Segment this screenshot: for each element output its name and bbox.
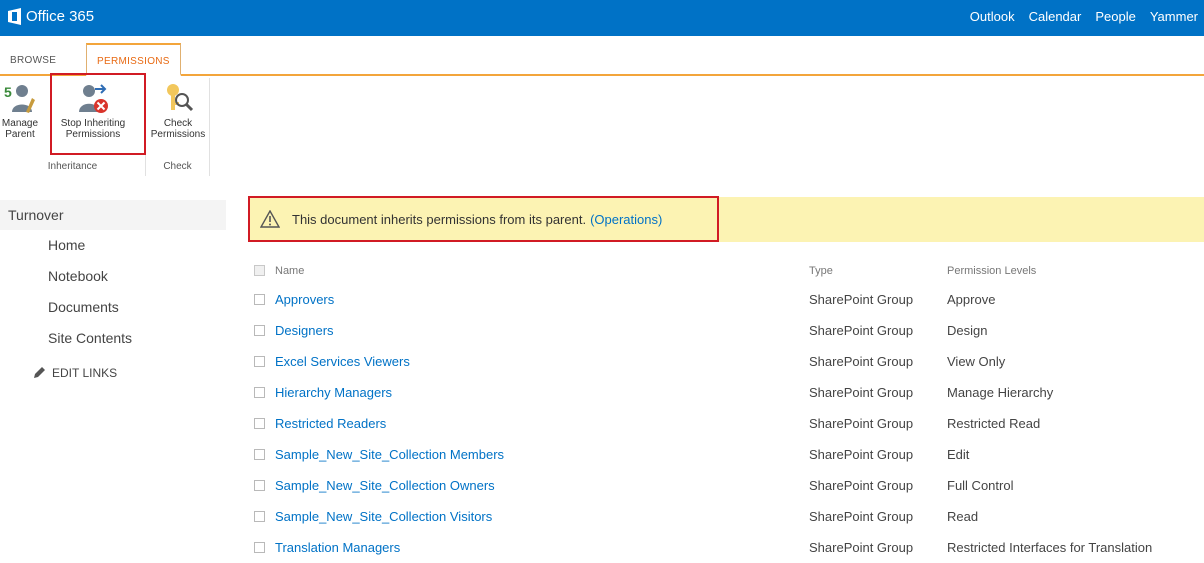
permission-level: Read [947, 509, 979, 524]
permission-level: View Only [947, 354, 1006, 369]
row-checkbox[interactable] [254, 480, 265, 491]
table-row: Excel Services Viewers SharePoint Group … [248, 346, 1204, 377]
suite-link-yammer[interactable]: Yammer [1150, 9, 1198, 24]
row-checkbox[interactable] [254, 294, 265, 305]
table-row: Designers SharePoint Group Design [248, 315, 1204, 346]
nav-item-notebook[interactable]: Notebook [0, 261, 226, 292]
manage-parent-icon: 5 [4, 84, 35, 113]
table-row: Restricted Readers SharePoint Group Rest… [248, 408, 1204, 439]
group-type: SharePoint Group [809, 478, 914, 493]
manage-parent-button[interactable]: 5 Manage Parent [0, 82, 40, 140]
table-row: Approvers SharePoint Group Approve [248, 284, 1204, 315]
permission-level: Full Control [947, 478, 1014, 493]
pencil-icon [34, 367, 45, 378]
row-checkbox[interactable] [254, 418, 265, 429]
row-checkbox[interactable] [254, 542, 265, 553]
group-type: SharePoint Group [809, 416, 914, 431]
office-logo-icon [8, 8, 21, 25]
group-label-check: Check [163, 161, 192, 172]
suite-link-outlook[interactable]: Outlook [970, 9, 1015, 24]
permissions-table: Name Type Permission Levels Approvers Sh… [248, 258, 1204, 563]
suite-bar: Office 365 Outlook Calendar People Yamme… [0, 0, 1204, 36]
check-permissions-icon [167, 84, 194, 112]
permission-level: Restricted Interfaces for Translation [947, 540, 1153, 555]
group-type: SharePoint Group [809, 323, 914, 338]
suite-links: Outlook Calendar People Yammer [970, 9, 1198, 24]
suite-link-calendar[interactable]: Calendar [1029, 9, 1082, 24]
column-header-permission-levels[interactable]: Permission Levels [947, 265, 1036, 277]
tab-permissions[interactable]: PERMISSIONS [86, 43, 181, 76]
row-checkbox[interactable] [254, 511, 265, 522]
column-header-name[interactable]: Name [275, 265, 304, 277]
nav-item-site-contents[interactable]: Site Contents [0, 323, 226, 354]
left-navigation: Turnover Home Notebook Documents Site Co… [0, 200, 226, 380]
ribbon: 5 Manage Parent Stop Inheriting Permissi… [0, 78, 1204, 176]
table-row: Hierarchy Managers SharePoint Group Mana… [248, 377, 1204, 408]
table-row: Sample_New_Site_Collection Owners ShareP… [248, 470, 1204, 501]
manage-parent-label-line2: Parent [5, 129, 35, 140]
check-permissions-label-line1: Check [163, 118, 193, 129]
permission-level: Restricted Read [947, 416, 1041, 431]
group-name-link[interactable]: Excel Services Viewers [275, 354, 410, 369]
group-name-link[interactable]: Sample_New_Site_Collection Members [275, 447, 504, 462]
column-header-type[interactable]: Type [809, 265, 833, 277]
group-name-link[interactable]: Hierarchy Managers [275, 385, 392, 400]
permission-level: Approve [947, 292, 996, 307]
group-type: SharePoint Group [809, 509, 914, 524]
status-text: This document inherits permissions from … [292, 211, 587, 227]
nav-item-home[interactable]: Home [0, 230, 226, 261]
group-type: SharePoint Group [809, 540, 914, 555]
warning-icon [260, 210, 280, 228]
brand-label: Office 365 [26, 8, 95, 25]
ribbon-tabs: BROWSE PERMISSIONS [0, 36, 1204, 76]
ribbon-group-check: Check Permissions Check [146, 78, 210, 176]
svg-text:5: 5 [4, 84, 12, 100]
table-row: Translation Managers SharePoint Group Re… [248, 532, 1204, 563]
check-permissions-label-line2: Permissions [150, 129, 206, 140]
office365-logo[interactable]: Office 365 [8, 8, 94, 25]
edit-links-label: EDIT LINKS [52, 366, 118, 380]
group-type: SharePoint Group [809, 385, 914, 400]
nav-item-documents[interactable]: Documents [0, 292, 226, 323]
group-name-link[interactable]: Sample_New_Site_Collection Visitors [275, 509, 492, 524]
row-checkbox[interactable] [254, 387, 265, 398]
table-header-row: Name Type Permission Levels [248, 258, 1204, 284]
row-checkbox[interactable] [254, 325, 265, 336]
permission-level: Manage Hierarchy [947, 385, 1054, 400]
table-row: Sample_New_Site_Collection Visitors Shar… [248, 501, 1204, 532]
row-checkbox[interactable] [254, 356, 265, 367]
nav-item-turnover[interactable]: Turnover [0, 200, 226, 230]
group-name-link[interactable]: Sample_New_Site_Collection Owners [275, 478, 495, 493]
group-name-link[interactable]: Designers [275, 323, 334, 338]
group-label-inheritance: Inheritance [47, 161, 98, 172]
group-type: SharePoint Group [809, 292, 914, 307]
check-permissions-button[interactable]: Check Permissions [148, 82, 208, 140]
suite-link-people[interactable]: People [1095, 9, 1135, 24]
manage-parent-label-line1: Manage [1, 118, 39, 129]
tab-browse[interactable]: BROWSE [10, 52, 56, 74]
group-name-link[interactable]: Approvers [275, 292, 334, 307]
row-checkbox[interactable] [254, 449, 265, 460]
table-row: Sample_New_Site_Collection Members Share… [248, 439, 1204, 470]
callout-stop-inheriting [50, 73, 146, 155]
group-name-link[interactable]: Restricted Readers [275, 416, 386, 431]
select-all-checkbox[interactable] [254, 265, 265, 276]
status-message: This document inherits permissions from … [248, 196, 719, 242]
group-type: SharePoint Group [809, 354, 914, 369]
operations-link[interactable]: (Operations) [590, 212, 662, 227]
group-name-link[interactable]: Translation Managers [275, 540, 400, 555]
permission-level: Design [947, 323, 988, 338]
edit-links-button[interactable]: EDIT LINKS [0, 366, 226, 380]
group-type: SharePoint Group [809, 447, 914, 462]
permission-level: Edit [947, 447, 970, 462]
